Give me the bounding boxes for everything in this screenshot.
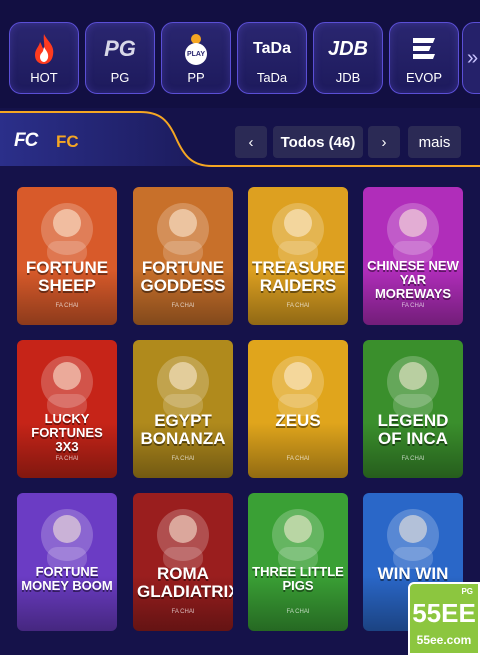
- game-provider-tag: FA CHAI: [171, 609, 195, 615]
- game-title: Roma Gladiatrix: [137, 564, 233, 601]
- game-provider-tag: FA CHAI: [286, 609, 310, 615]
- pp-logo: PLAY: [162, 31, 230, 67]
- game-title: Fortune Sheep: [25, 258, 109, 295]
- game-title: Fortune Money Boom: [21, 564, 113, 593]
- game-provider-tag: FA CHAI: [286, 456, 310, 462]
- game-provider-tag: FA CHAI: [401, 456, 425, 462]
- game-card[interactable]: Fortune Money Boom: [17, 493, 117, 631]
- flame-icon: [10, 31, 78, 67]
- evop-icon: [390, 31, 458, 67]
- provider-label: PG: [110, 70, 130, 85]
- provider-jdb[interactable]: JDB JDB: [313, 22, 383, 94]
- provider-hot[interactable]: HOT: [9, 22, 79, 94]
- provider-tada[interactable]: TaDa TaDa: [237, 22, 307, 94]
- game-artwork: [248, 187, 348, 267]
- game-title: Zeus: [275, 411, 321, 430]
- game-card[interactable]: Lucky Fortunes 3x3 FA CHAI: [17, 340, 117, 478]
- game-card[interactable]: Egypt Bonanza FA CHAI: [133, 340, 233, 478]
- provider-label: PP: [187, 70, 205, 85]
- game-title: Three Little Pigs: [252, 564, 344, 593]
- providers-scroll-right-icon[interactable]: »: [462, 22, 480, 94]
- game-provider-tag: FA CHAI: [286, 303, 310, 309]
- game-artwork: [133, 493, 233, 573]
- site-watermark-logo: PG 55EE 55ee.com: [408, 582, 480, 655]
- game-artwork: [17, 340, 117, 420]
- game-title: Lucky Fortunes 3x3: [31, 411, 103, 454]
- game-card[interactable]: Zeus FA CHAI: [248, 340, 348, 478]
- provider-label: JDB: [335, 70, 361, 85]
- fc-logo: FC: [14, 130, 38, 151]
- game-card[interactable]: Legend of Inca FA CHAI: [363, 340, 463, 478]
- filter-all-button[interactable]: Todos (46): [273, 126, 363, 158]
- game-artwork: [17, 187, 117, 267]
- more-button[interactable]: mais: [408, 126, 461, 158]
- game-title: Chinese New Yar Moreways: [367, 258, 459, 301]
- provider-pp[interactable]: PLAY PP: [161, 22, 231, 94]
- section-title: FC: [56, 132, 79, 151]
- game-artwork: [133, 187, 233, 267]
- game-title: Fortune Goddess: [140, 258, 226, 295]
- provider-strip: HOT PG PG PLAY PP TaDa TaDa JDB JDB EVOP…: [0, 0, 480, 108]
- game-artwork: [248, 340, 348, 420]
- game-provider-tag: FA CHAI: [171, 303, 195, 309]
- game-title: Legend of Inca: [377, 411, 449, 448]
- game-artwork: [363, 340, 463, 420]
- provider-pg[interactable]: PG PG: [85, 22, 155, 94]
- game-provider-tag: FA CHAI: [171, 456, 195, 462]
- next-page-button[interactable]: ›: [368, 126, 400, 158]
- game-provider-tag: FA CHAI: [401, 303, 425, 309]
- game-artwork: [133, 340, 233, 420]
- game-provider-tag: FA CHAI: [55, 303, 79, 309]
- game-card[interactable]: Fortune Goddess FA CHAI: [133, 187, 233, 325]
- game-card[interactable]: Fortune Sheep FA CHAI: [17, 187, 117, 325]
- provider-evop[interactable]: EVOP: [389, 22, 459, 94]
- game-artwork: [17, 493, 117, 573]
- pg-logo: PG: [104, 36, 136, 61]
- game-title: Treasure Raiders: [252, 258, 346, 295]
- game-artwork: [363, 187, 463, 267]
- game-card[interactable]: Roma Gladiatrix FA CHAI: [133, 493, 233, 631]
- provider-label: HOT: [30, 70, 58, 85]
- provider-label: EVOP: [405, 70, 443, 85]
- game-title: Egypt Bonanza: [140, 411, 226, 448]
- game-card[interactable]: Three Little Pigs FA CHAI: [248, 493, 348, 631]
- provider-label: TaDa: [256, 70, 288, 85]
- jdb-logo: JDB: [327, 37, 368, 60]
- game-artwork: [248, 493, 348, 573]
- game-title: Win Win: [377, 564, 449, 583]
- game-card[interactable]: Chinese New Yar Moreways FA CHAI: [363, 187, 463, 325]
- game-card[interactable]: Treasure Raiders FA CHAI: [248, 187, 348, 325]
- game-provider-tag: FA CHAI: [55, 456, 79, 462]
- tada-logo: TaDa: [253, 40, 291, 57]
- game-artwork: [363, 493, 463, 573]
- section-header: FC FC ‹ Todos (46) › mais: [0, 108, 480, 170]
- prev-page-button[interactable]: ‹: [235, 126, 267, 158]
